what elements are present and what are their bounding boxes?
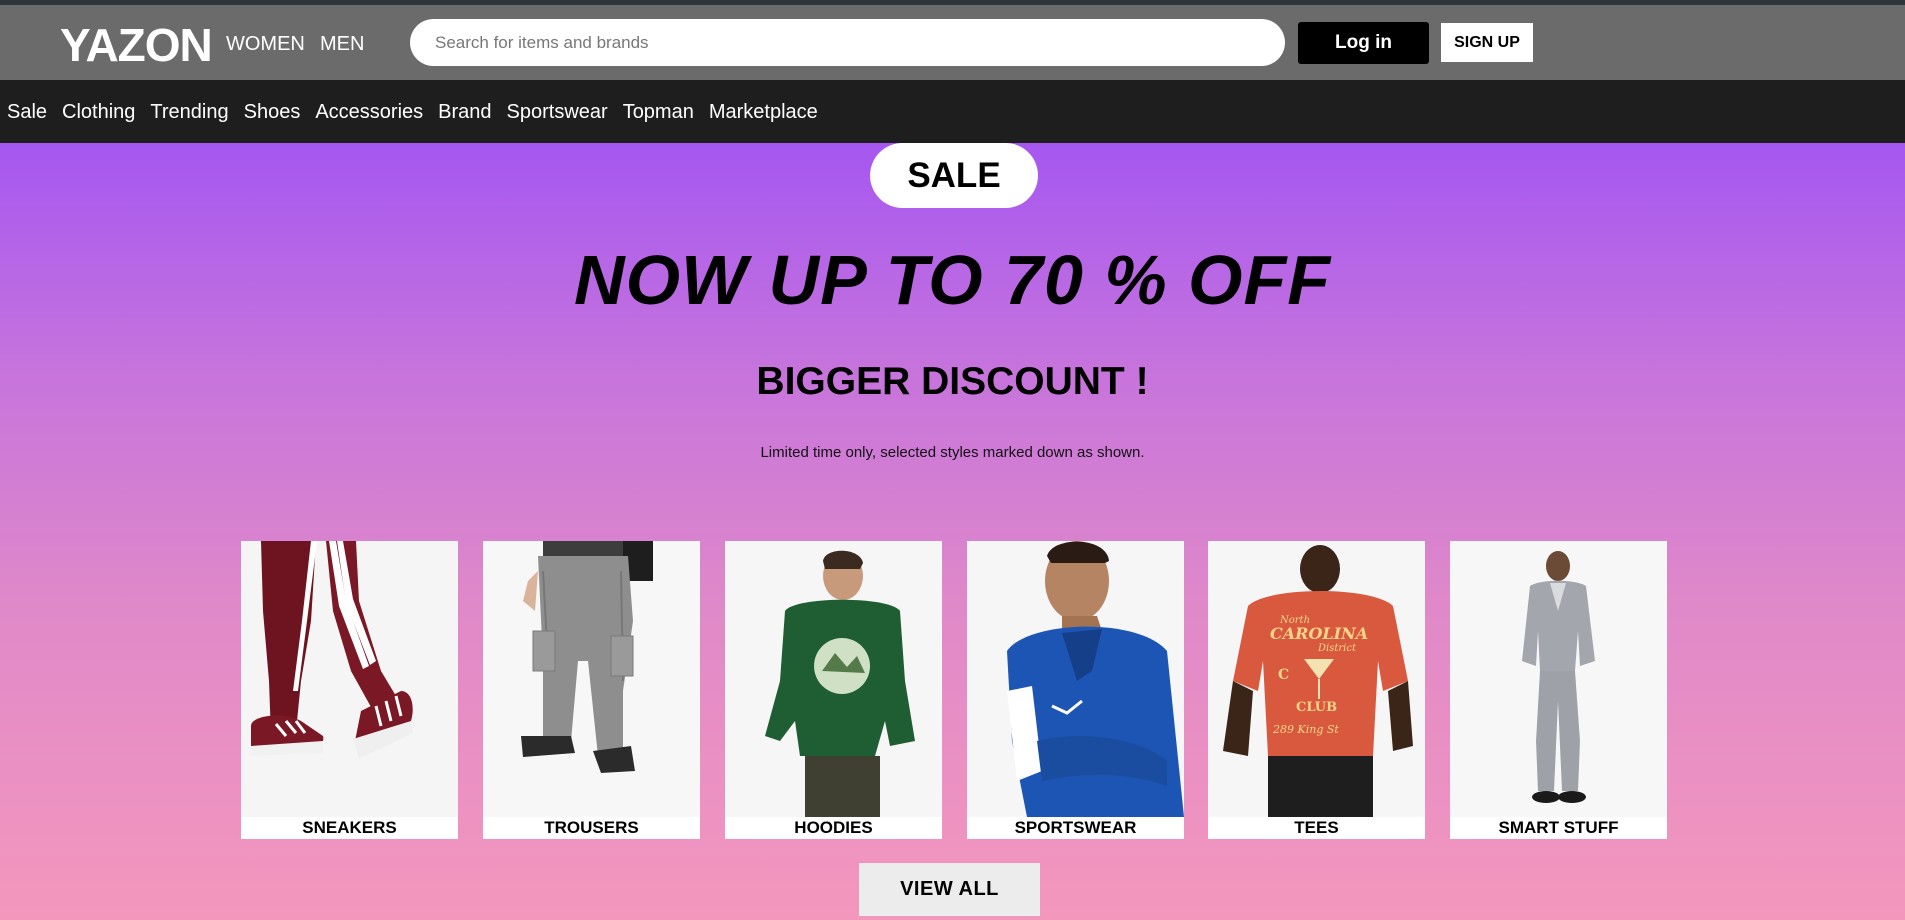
sportswear-photo: [967, 541, 1184, 817]
site-header: YAZON WOMEN MEN Log in SIGN UP: [0, 5, 1905, 80]
tile-trousers[interactable]: TROUSERS: [483, 541, 700, 839]
login-button[interactable]: Log in: [1298, 22, 1429, 64]
tee-print-line4: C: [1278, 667, 1289, 683]
hero-headline: NOW UP TO 70 % OFF: [574, 241, 1331, 319]
tee-print-line5: CLUB: [1296, 700, 1337, 715]
hoodie-photo: [725, 541, 942, 817]
category-nav: Sale Clothing Trending Shoes Accessories…: [0, 80, 1905, 143]
tee-photo: North CAROLINA District C CLUB 289 King …: [1208, 541, 1425, 817]
search-input[interactable]: [410, 19, 1285, 66]
category-brand[interactable]: Brand: [438, 100, 491, 124]
tile-label: SNEAKERS: [302, 818, 397, 837]
tile-label: SMART STUFF: [1498, 818, 1619, 837]
tile-smart-stuff[interactable]: SMART STUFF: [1450, 541, 1667, 839]
tile-hoodies[interactable]: HOODIES: [725, 541, 942, 839]
site-logo[interactable]: YAZON: [60, 19, 213, 71]
category-accessories[interactable]: Accessories: [315, 100, 423, 124]
hero-note: Limited time only, selected styles marke…: [760, 444, 1145, 461]
category-clothing[interactable]: Clothing: [62, 100, 135, 124]
search-bar: [410, 19, 1285, 66]
hero-subheadline: BIGGER DISCOUNT !: [756, 360, 1149, 403]
tile-sneakers[interactable]: SNEAKERS: [241, 541, 458, 839]
tee-print-line3: District: [1317, 643, 1357, 654]
signup-button[interactable]: SIGN UP: [1441, 23, 1533, 62]
tile-tees[interactable]: North CAROLINA District C CLUB 289 King …: [1208, 541, 1425, 839]
category-sportswear[interactable]: Sportswear: [507, 100, 608, 124]
suit-photo: [1450, 541, 1667, 817]
tile-label: TROUSERS: [544, 818, 639, 837]
category-topman[interactable]: Topman: [623, 100, 694, 124]
nav-men[interactable]: MEN: [320, 32, 364, 56]
tile-label: HOODIES: [794, 818, 873, 837]
category-shoes[interactable]: Shoes: [244, 100, 301, 124]
tee-print-line6: 289 King St: [1272, 723, 1339, 736]
nav-women[interactable]: WOMEN: [226, 32, 305, 56]
category-trending[interactable]: Trending: [150, 100, 228, 124]
sale-hero: SALE NOW UP TO 70 % OFF BIGGER DISCOUNT …: [0, 143, 1905, 920]
sneakers-photo: [241, 541, 458, 817]
category-sale[interactable]: Sale: [7, 100, 47, 124]
trousers-photo: [483, 541, 700, 817]
tile-label: TEES: [1294, 818, 1339, 837]
tee-print-line2: CAROLINA: [1270, 624, 1368, 643]
view-all-button[interactable]: VIEW ALL: [859, 863, 1040, 916]
tile-sportswear[interactable]: SPORTSWEAR: [967, 541, 1184, 839]
sale-badge: SALE: [870, 143, 1038, 208]
tile-label: SPORTSWEAR: [1014, 818, 1137, 837]
category-marketplace[interactable]: Marketplace: [709, 100, 818, 124]
